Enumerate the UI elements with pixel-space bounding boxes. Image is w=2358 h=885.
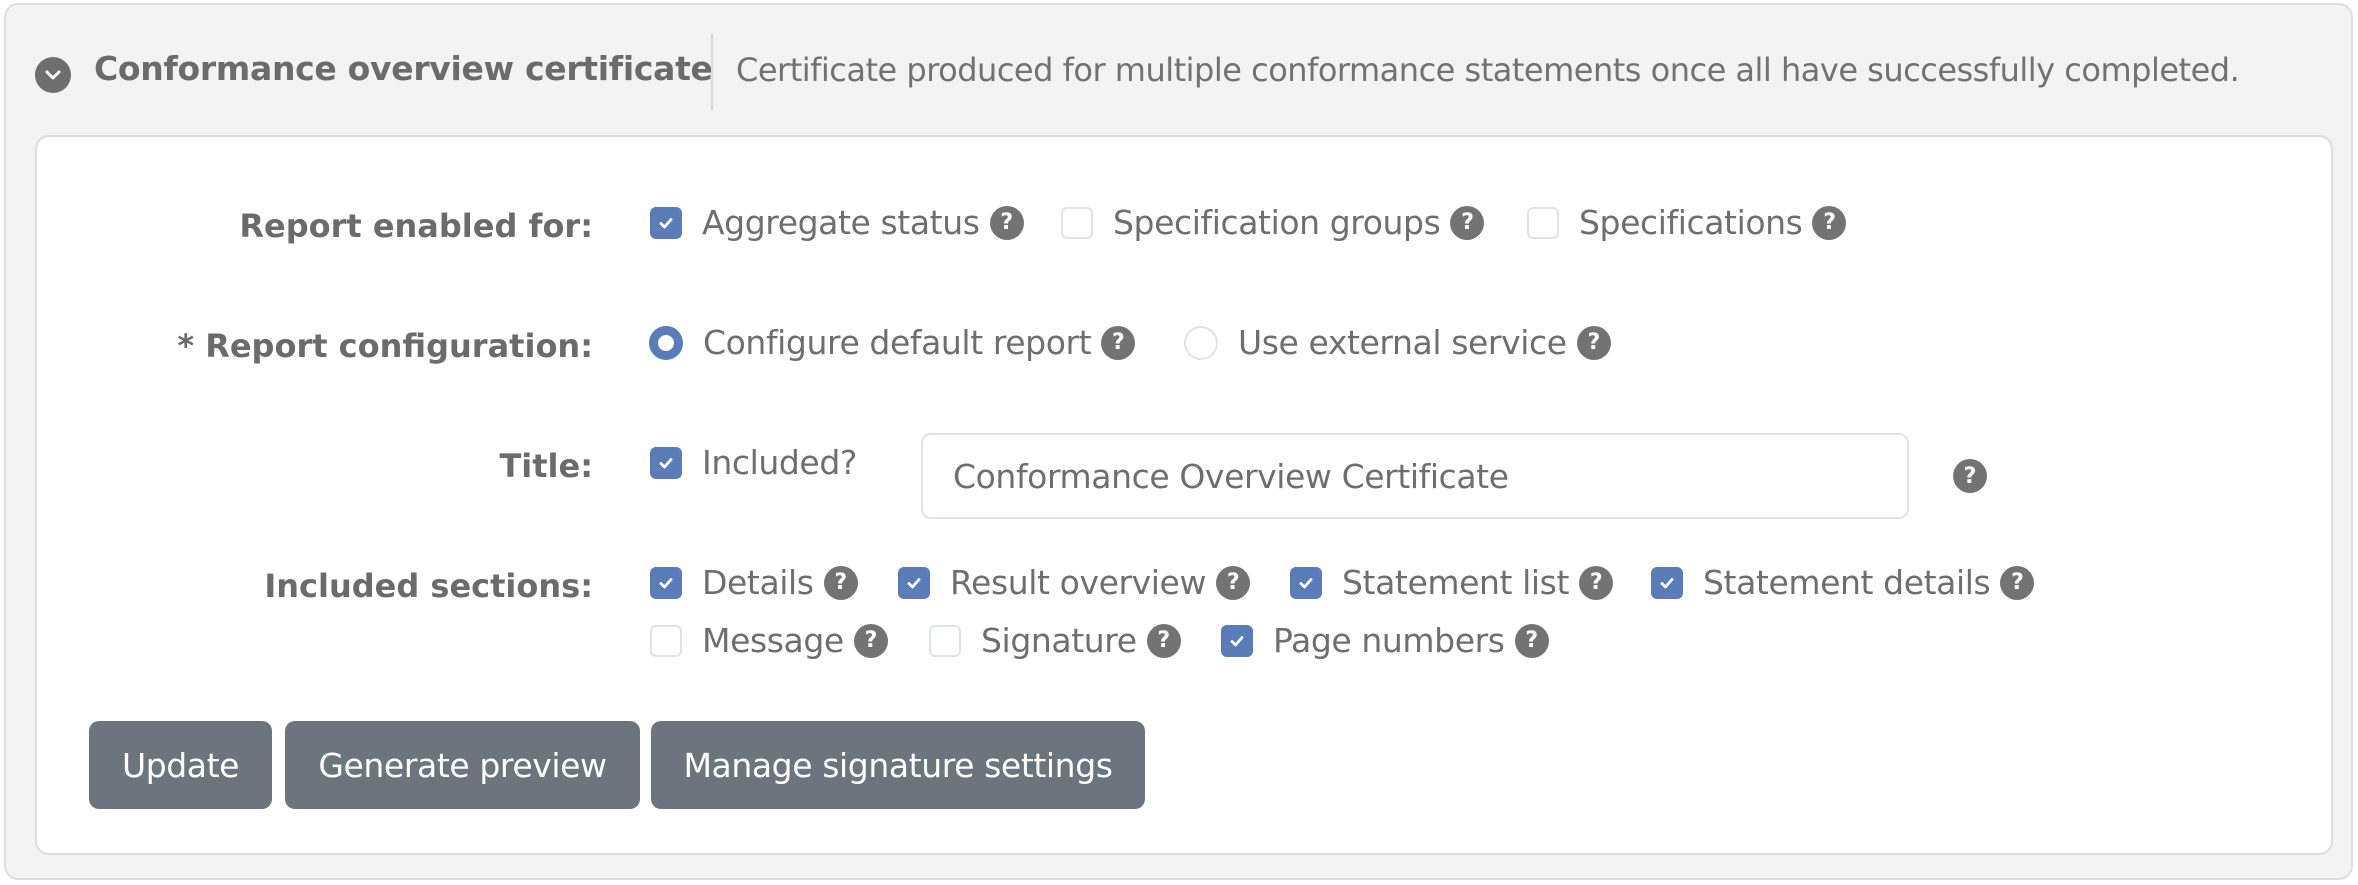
checkbox[interactable]	[929, 624, 961, 657]
chevron-down-icon[interactable]	[35, 57, 71, 93]
checkbox[interactable]	[1651, 566, 1683, 599]
report-panel: Conformance overview certificate Certifi…	[4, 3, 2353, 880]
checkbox[interactable]	[1527, 206, 1559, 239]
option-label: Message	[702, 621, 844, 660]
update-button[interactable]: Update	[89, 721, 272, 809]
option-label: Result overview	[950, 563, 1207, 602]
option-label: Use external service	[1238, 323, 1567, 362]
help-icon[interactable]: ?	[1812, 205, 1847, 240]
radio-button[interactable]	[1184, 325, 1218, 360]
help-icon[interactable]: ?	[1514, 623, 1549, 658]
option-label: Signature	[981, 621, 1137, 660]
option-label: Specification groups	[1113, 203, 1441, 242]
checkbox[interactable]	[650, 624, 682, 657]
checkbox-specifications[interactable]: Specifications ?	[1527, 203, 1847, 242]
report-configuration-label: * Report configuration:	[177, 327, 593, 365]
panel-description: Certificate produced for multiple confor…	[736, 51, 2240, 89]
panel-header[interactable]: Conformance overview certificate Certifi…	[6, 5, 2351, 135]
help-icon[interactable]: ?	[989, 205, 1024, 240]
checkbox[interactable]	[898, 566, 930, 599]
checkbox-result-overview[interactable]: Result overview ?	[898, 563, 1251, 602]
checkbox-details[interactable]: Details ?	[650, 563, 858, 602]
help-icon[interactable]: ?	[1579, 565, 1614, 600]
panel-title: Conformance overview certificate	[94, 49, 713, 88]
manage-signature-settings-button[interactable]: Manage signature settings	[651, 721, 1145, 809]
checkbox-title-included[interactable]: Included?	[650, 443, 857, 482]
option-label: Configure default report	[703, 323, 1092, 362]
header-divider	[711, 33, 713, 111]
help-icon[interactable]: ?	[2000, 565, 2035, 600]
option-label: Statement details	[1703, 563, 1991, 602]
option-label: Specifications	[1579, 203, 1803, 242]
checkbox-specification-groups[interactable]: Specification groups ?	[1061, 203, 1485, 242]
checkbox[interactable]	[650, 566, 682, 599]
checkbox[interactable]	[650, 446, 682, 479]
help-icon[interactable]: ?	[1953, 459, 1987, 493]
checkbox-statement-details[interactable]: Statement details ?	[1651, 563, 2035, 602]
help-icon[interactable]: ?	[1146, 623, 1181, 658]
title-label: Title:	[499, 447, 593, 485]
help-icon[interactable]: ?	[1576, 325, 1611, 360]
checkbox-statement-list[interactable]: Statement list ?	[1290, 563, 1614, 602]
checkbox-message[interactable]: Message ?	[650, 621, 888, 660]
checkbox-signature[interactable]: Signature ?	[929, 621, 1181, 660]
help-icon[interactable]: ?	[1101, 325, 1136, 360]
checkbox[interactable]	[650, 206, 682, 239]
help-icon[interactable]: ?	[853, 623, 888, 658]
radio-configure-default-report[interactable]: Configure default report ?	[649, 323, 1136, 362]
report-enabled-label: Report enabled for:	[239, 207, 593, 245]
help-icon[interactable]: ?	[1450, 205, 1485, 240]
help-icon[interactable]: ?	[823, 565, 858, 600]
option-label: Details	[702, 563, 814, 602]
checkbox-aggregate-status[interactable]: Aggregate status ?	[650, 203, 1024, 242]
checkbox[interactable]	[1221, 624, 1253, 657]
included-sections-label: Included sections:	[264, 567, 593, 605]
help-icon[interactable]: ?	[1216, 565, 1251, 600]
radio-button[interactable]	[649, 325, 683, 360]
checkbox[interactable]	[1061, 206, 1093, 239]
radio-use-external-service[interactable]: Use external service ?	[1184, 323, 1611, 362]
option-label: Statement list	[1342, 563, 1570, 602]
panel-body: Report enabled for: Aggregate status ? S…	[35, 135, 2333, 855]
checkbox-page-numbers[interactable]: Page numbers ?	[1221, 621, 1549, 660]
option-label: Included?	[702, 443, 857, 482]
option-label: Page numbers	[1273, 621, 1505, 660]
checkbox[interactable]	[1290, 566, 1322, 599]
option-label: Aggregate status	[702, 203, 980, 242]
generate-preview-button[interactable]: Generate preview	[285, 721, 640, 809]
title-input[interactable]	[921, 433, 1909, 519]
